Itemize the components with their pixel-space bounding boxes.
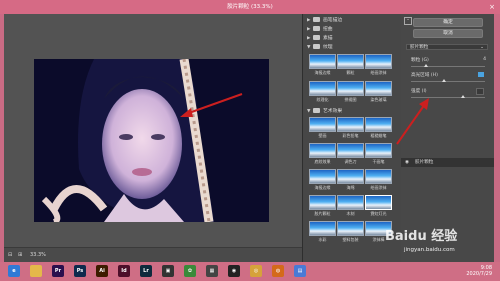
filter-thumb-selected[interactable]: 霓虹灯光 — [365, 195, 392, 219]
filter-thumb[interactable]: 绘画涂抹 — [365, 169, 392, 193]
filter-select[interactable]: 胶片颗粒 ⌄ — [406, 44, 488, 50]
value-field-intensity[interactable] — [476, 88, 484, 95]
folder-icon — [313, 26, 320, 31]
photoshop-icon[interactable]: Ps — [74, 265, 86, 277]
chrome-icon[interactable]: ◎ — [250, 265, 262, 277]
filter-thumb[interactable]: 木刻 — [337, 195, 364, 219]
param-label-grain: 颗粒 (G) — [411, 58, 429, 63]
red-arrow-annotation — [180, 93, 243, 117]
value-field-highlight[interactable] — [478, 72, 484, 77]
effect-layer-row[interactable]: ◉ 胶片颗粒 — [401, 158, 494, 167]
category-artistic[interactable]: ▼ 艺术效果 — [307, 108, 342, 115]
slider-knob[interactable] — [423, 64, 428, 67]
filter-thumb[interactable]: 海报边缘 — [309, 54, 336, 78]
close-icon[interactable]: × — [486, 0, 498, 14]
filter-thumb[interactable]: 胶片颗粒 — [309, 195, 336, 219]
cancel-button[interactable]: 取消 — [413, 29, 483, 38]
illustrator-icon[interactable]: Ai — [96, 265, 108, 277]
folder-icon — [313, 44, 320, 49]
zoom-level-select[interactable]: 33.3% — [30, 252, 46, 258]
slider-knob[interactable] — [460, 95, 465, 98]
visibility-eye-icon[interactable]: ◉ — [405, 158, 409, 167]
folder-icon — [313, 108, 320, 113]
effect-layer-label: 胶片颗粒 — [415, 160, 434, 165]
taskbar: e Pr Ps Ai Id Lr ▣ ✿ ▦ ◉ ◎ ◍ ▤ 9:08 2020/7/29 — [0, 262, 500, 281]
filter-thumb[interactable]: 海报边缘 — [309, 169, 336, 193]
title-bar: 胶片颗粒 (33.3%) × — [0, 0, 500, 14]
highlight-slider[interactable] — [411, 79, 485, 82]
folder-icon[interactable] — [30, 265, 42, 277]
preview-area[interactable]: ⊟ ⊞ 33.3% — [4, 14, 302, 262]
filter-thumb[interactable]: 干画笔 — [365, 143, 392, 167]
firefox-icon[interactable]: ◍ — [272, 265, 284, 277]
collapse-gallery-icon[interactable]: ⌃ — [404, 17, 412, 25]
filter-thumb[interactable]: 海绵 — [337, 169, 364, 193]
zoom-in-button[interactable]: ⊞ — [18, 252, 22, 258]
premiere-icon[interactable]: Pr — [52, 265, 64, 277]
filter-thumb[interactable]: 粗糙蜡笔 — [365, 117, 392, 141]
qq-icon[interactable]: ◉ — [228, 265, 240, 277]
param-label-highlight: 高光区域 (H) — [411, 73, 438, 78]
param-label-intensity: 强度 (I) — [411, 89, 427, 94]
category-distort[interactable]: ▶ 扭曲 — [307, 26, 333, 33]
store-icon[interactable]: ▦ — [206, 265, 218, 277]
filter-thumb[interactable]: 染色玻璃 — [365, 81, 392, 105]
indesign-icon[interactable]: Id — [118, 265, 130, 277]
chevron-down-icon: ⌄ — [480, 45, 484, 50]
filter-thumb[interactable]: 壁画 — [309, 117, 336, 141]
edge-icon[interactable]: e — [8, 265, 20, 277]
media-icon[interactable]: ▣ — [162, 265, 174, 277]
zoom-bar: ⊟ ⊞ 33.3% — [4, 247, 302, 262]
slider-knob[interactable] — [442, 79, 447, 82]
ok-button[interactable]: 确定 — [413, 18, 483, 27]
notes-icon[interactable]: ▤ — [294, 265, 306, 277]
watermark-url: jingyan.baidu.com — [404, 247, 455, 253]
filter-thumb[interactable]: 水彩 — [309, 221, 336, 245]
param-value-grain[interactable]: 4 — [483, 57, 486, 62]
system-clock: 9:08 2020/7/29 — [466, 265, 492, 277]
filter-thumb[interactable]: 拼缀图 — [337, 81, 364, 105]
filter-thumb[interactable]: 底纹效果 — [309, 143, 336, 167]
folder-icon — [313, 17, 320, 22]
filter-thumb[interactable]: 彩色铅笔 — [337, 117, 364, 141]
filter-thumb[interactable]: 颗粒 — [337, 54, 364, 78]
lightroom-icon[interactable]: Lr — [140, 265, 152, 277]
filter-thumb[interactable]: 塑料包装 — [337, 221, 364, 245]
folder-icon — [313, 35, 320, 40]
window-title: 胶片颗粒 (33.3%) — [227, 4, 273, 10]
filter-thumb[interactable]: 调色刀 — [337, 143, 364, 167]
red-arrow-annotation — [396, 98, 429, 145]
category-brush-strokes[interactable]: ▶ 画笔描边 — [307, 17, 342, 24]
baidu-watermark: Baidu 经验 — [385, 229, 458, 244]
grain-slider[interactable] — [411, 64, 485, 67]
category-sketch[interactable]: ▶ 素描 — [307, 35, 333, 42]
zoom-out-button[interactable]: ⊟ — [8, 252, 12, 258]
filter-thumb[interactable]: 纹理化 — [309, 81, 336, 105]
category-texture[interactable]: ▼ 纹理 — [307, 44, 333, 51]
filter-thumb[interactable]: 绘画涂抹 — [365, 54, 392, 78]
color-app-icon[interactable]: ✿ — [184, 265, 196, 277]
